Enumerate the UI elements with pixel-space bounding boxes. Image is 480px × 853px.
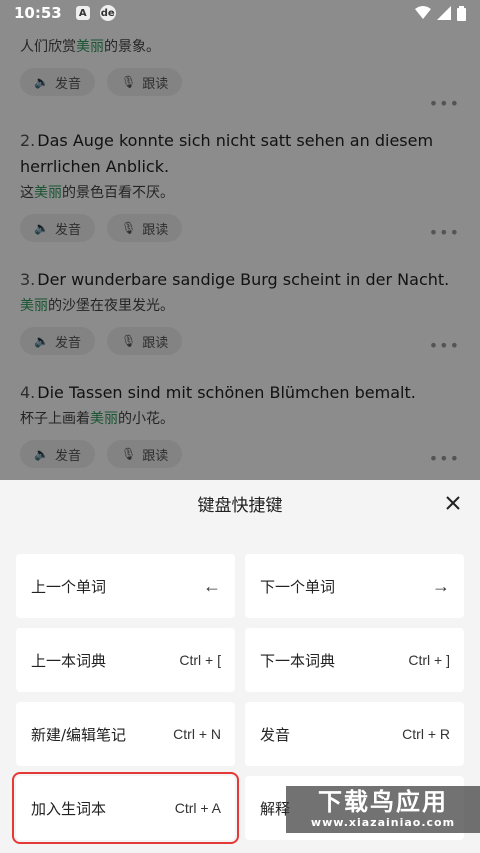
shortcut-label: 上一本词典 <box>31 651 107 670</box>
shortcut-label: 加入生词本 <box>31 799 107 818</box>
shortcut-prev-word[interactable]: 上一个单词 ← <box>16 554 235 618</box>
shortcut-key: ← <box>203 575 221 596</box>
status-right-icons <box>415 5 466 21</box>
shortcut-key: Ctrl + A <box>174 800 221 816</box>
shortcut-next-word[interactable]: 下一个单词 → <box>245 554 464 618</box>
shortcut-add-vocabulary[interactable]: 加入生词本 Ctrl + A <box>12 772 239 844</box>
shortcut-key: Ctrl + R <box>402 726 450 742</box>
keyboard-shortcuts-sheet: 键盘快捷键 上一个单词 ← 下一个单词 → 上一本词典 Ctrl + [ 下一本… <box>0 480 480 853</box>
battery-icon <box>457 5 466 21</box>
status-time: 10:53 <box>14 4 62 22</box>
watermark-url: www.xiazainiao.com <box>310 816 456 829</box>
notification-dict-icon: de <box>99 5 116 21</box>
shortcut-key: → <box>432 575 450 596</box>
signal-icon <box>437 6 451 20</box>
watermark-text: 下载鸟应用 <box>318 788 448 816</box>
shortcut-prev-dictionary[interactable]: 上一本词典 Ctrl + [ <box>16 628 235 692</box>
shortcut-key: Ctrl + ] <box>408 652 450 668</box>
shortcut-label: 新建/编辑笔记 <box>31 725 127 744</box>
modal-backdrop[interactable] <box>0 0 480 480</box>
shortcut-label: 上一个单词 <box>31 577 107 596</box>
shortcut-next-dictionary[interactable]: 下一本词典 Ctrl + ] <box>245 628 464 692</box>
notification-app-icon: A <box>75 6 90 20</box>
shortcut-key: Ctrl + N <box>173 726 221 742</box>
shortcut-key: Ctrl + [ <box>179 652 221 668</box>
wifi-icon <box>415 6 431 19</box>
watermark: 下载鸟应用 www.xiazainiao.com <box>286 786 480 833</box>
shortcut-label: 下一个单词 <box>260 577 336 596</box>
shortcut-label: 下一本词典 <box>260 651 336 670</box>
close-button[interactable] <box>440 490 466 516</box>
shortcut-pronounce[interactable]: 发音 Ctrl + R <box>245 702 464 766</box>
shortcut-edit-note[interactable]: 新建/编辑笔记 Ctrl + N <box>16 702 235 766</box>
status-bar: 10:53 A de <box>0 0 480 26</box>
sheet-header: 键盘快捷键 <box>0 480 480 526</box>
sheet-title: 键盘快捷键 <box>197 495 283 516</box>
close-icon <box>446 496 460 510</box>
shortcut-label: 发音 <box>260 725 291 744</box>
